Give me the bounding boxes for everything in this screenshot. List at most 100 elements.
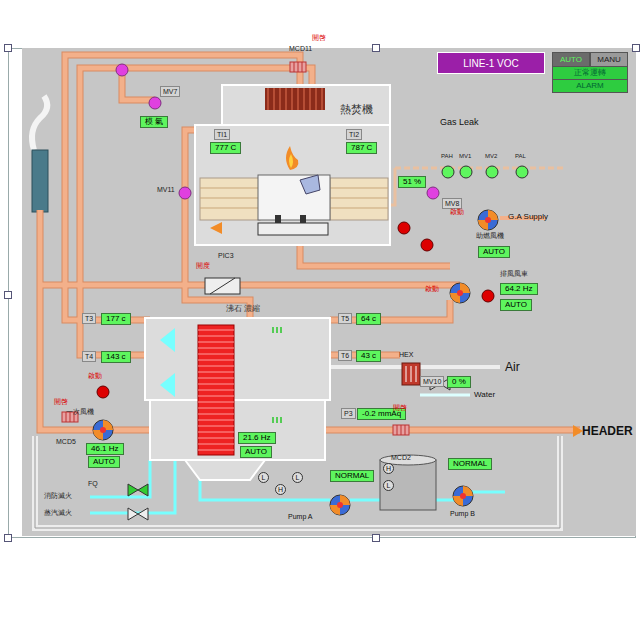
gas-instrument-icon <box>486 166 498 178</box>
gas-instrument-tag: MV2 <box>485 153 497 159</box>
alarm-lamp-icon <box>398 222 410 234</box>
pump-icon[interactable] <box>453 486 473 506</box>
pump-status: NORMAL <box>448 458 492 470</box>
mode-buttons: AUTOMANU <box>552 52 628 67</box>
damper-tag: MCD5 <box>56 438 76 445</box>
stack-icon <box>32 96 48 212</box>
fan-mode: AUTO <box>500 299 532 311</box>
gas-instrument-icon <box>442 166 454 178</box>
gas-instrument-icon <box>516 166 528 178</box>
damper-icon[interactable] <box>393 425 409 435</box>
fan-state: 啟動 <box>450 208 464 215</box>
readout-tag: MV7 <box>160 86 180 97</box>
gas-supply-label: G.A Supply <box>508 213 548 221</box>
valve-tag: PIC3 <box>218 252 234 259</box>
mode-button[interactable]: AUTO <box>552 52 590 67</box>
water-label: Water <box>474 391 495 399</box>
rotor-mode: AUTO <box>240 446 272 458</box>
readout-tag: T4 <box>82 351 96 362</box>
damper-tag: MCD11 <box>289 45 312 52</box>
fire-line-label: 消防滅火 <box>44 492 72 499</box>
mode-button[interactable]: MANU <box>590 52 628 67</box>
level-switch: L <box>383 480 394 491</box>
incinerator-label: 熱焚機 <box>340 104 373 115</box>
gas-instrument-tag: PAH <box>441 153 453 159</box>
valve-tag: MV11 <box>157 186 175 193</box>
readout-value: 43 c <box>356 350 381 362</box>
level-switch: L <box>292 472 303 483</box>
pump-name: Pump B <box>450 510 475 517</box>
resize-handle[interactable] <box>372 534 380 542</box>
alarm-lamp-icon <box>421 239 433 251</box>
fan-mode: AUTO <box>478 246 510 258</box>
hex-label: HEX <box>399 351 413 358</box>
readout-value: 143 c <box>101 351 131 363</box>
readout-value: 51 % <box>398 176 426 188</box>
fan-name: 一次風機 <box>66 408 94 415</box>
fan-icon[interactable] <box>478 210 498 230</box>
level-switch: H <box>383 463 394 474</box>
fan-state: 啟動 <box>88 372 102 379</box>
flow-label: FQ <box>88 480 98 487</box>
readout-value: 0 % <box>447 376 471 388</box>
hmi-screen: LINE-1 VOCAUTOMANU正常運轉ALARM熱焚機TI1777 CTI… <box>0 0 640 640</box>
rotor-name: 沸石 濃縮 <box>226 305 260 313</box>
resize-handle[interactable] <box>372 44 380 52</box>
readout-tag: MV10 <box>420 376 444 387</box>
screen-title: LINE-1 VOC <box>437 52 545 74</box>
readout-tag: TI2 <box>346 129 362 140</box>
readout-tag: T3 <box>82 313 96 324</box>
level-switch: H <box>275 484 286 495</box>
alarm-lamp-icon <box>97 386 109 398</box>
readout-tag: T6 <box>338 350 352 361</box>
readout-value: 模 氣 <box>140 116 168 128</box>
pump-icon[interactable] <box>330 495 350 515</box>
burner-icon <box>258 215 328 235</box>
damper-state: 開啓 <box>312 34 326 41</box>
fan-icon[interactable] <box>93 420 113 440</box>
valve-state: 開度 <box>196 262 210 269</box>
gas-instrument-icon <box>460 166 472 178</box>
fan-state: 啟動 <box>425 285 439 292</box>
readout-tag: T5 <box>338 313 352 324</box>
pump-status: NORMAL <box>330 470 374 482</box>
valve-icon[interactable] <box>116 64 128 76</box>
damper-tag: MCD2 <box>391 454 411 461</box>
resize-handle[interactable] <box>4 534 12 542</box>
header-label: HEADER <box>582 425 633 437</box>
fan-icon[interactable] <box>450 283 470 303</box>
fan-speed: 64.2 Hz <box>500 283 538 295</box>
steam-line-label: 蒸汽滅火 <box>44 509 72 516</box>
readout-tag: P3 <box>341 408 356 419</box>
fan-mode: AUTO <box>88 456 120 468</box>
resize-handle[interactable] <box>4 291 12 299</box>
fan-name: 排風風車 <box>500 270 528 277</box>
resize-handle[interactable] <box>632 44 640 52</box>
resize-handle[interactable] <box>4 44 12 52</box>
status-lamp: ALARM <box>552 79 628 93</box>
readout-value: 777 C <box>210 142 241 154</box>
flame-icon <box>286 146 298 170</box>
hex-icon <box>402 363 420 385</box>
gas-instrument-tag: PAL <box>515 153 526 159</box>
valve-icon[interactable] <box>149 97 161 109</box>
readout-value: 64 c <box>356 313 381 325</box>
air-label: Air <box>505 361 520 373</box>
readout-tag: MV8 <box>442 198 462 209</box>
valve-icon[interactable] <box>179 187 191 199</box>
fan-name: 助燃風機 <box>476 232 504 239</box>
gas-instrument-tag: MV1 <box>459 153 471 159</box>
gas-leak-label: Gas Leak <box>440 118 479 127</box>
damper-state: 開啓 <box>393 404 407 411</box>
damper-icon[interactable] <box>290 62 306 72</box>
valve-icon[interactable] <box>427 187 439 199</box>
rotor-speed: 21.6 Hz <box>238 432 276 444</box>
alarm-lamp-icon <box>482 290 494 302</box>
rotor-heater-icon <box>198 325 234 455</box>
damper-state: 開啓 <box>54 398 68 405</box>
readout-value: 787 C <box>346 142 377 154</box>
heat-exchanger-icon <box>265 88 325 110</box>
readout-value: 177 c <box>101 313 131 325</box>
status-lamp: 正常運轉 <box>552 66 628 80</box>
pic3-valve-icon[interactable] <box>205 278 240 294</box>
